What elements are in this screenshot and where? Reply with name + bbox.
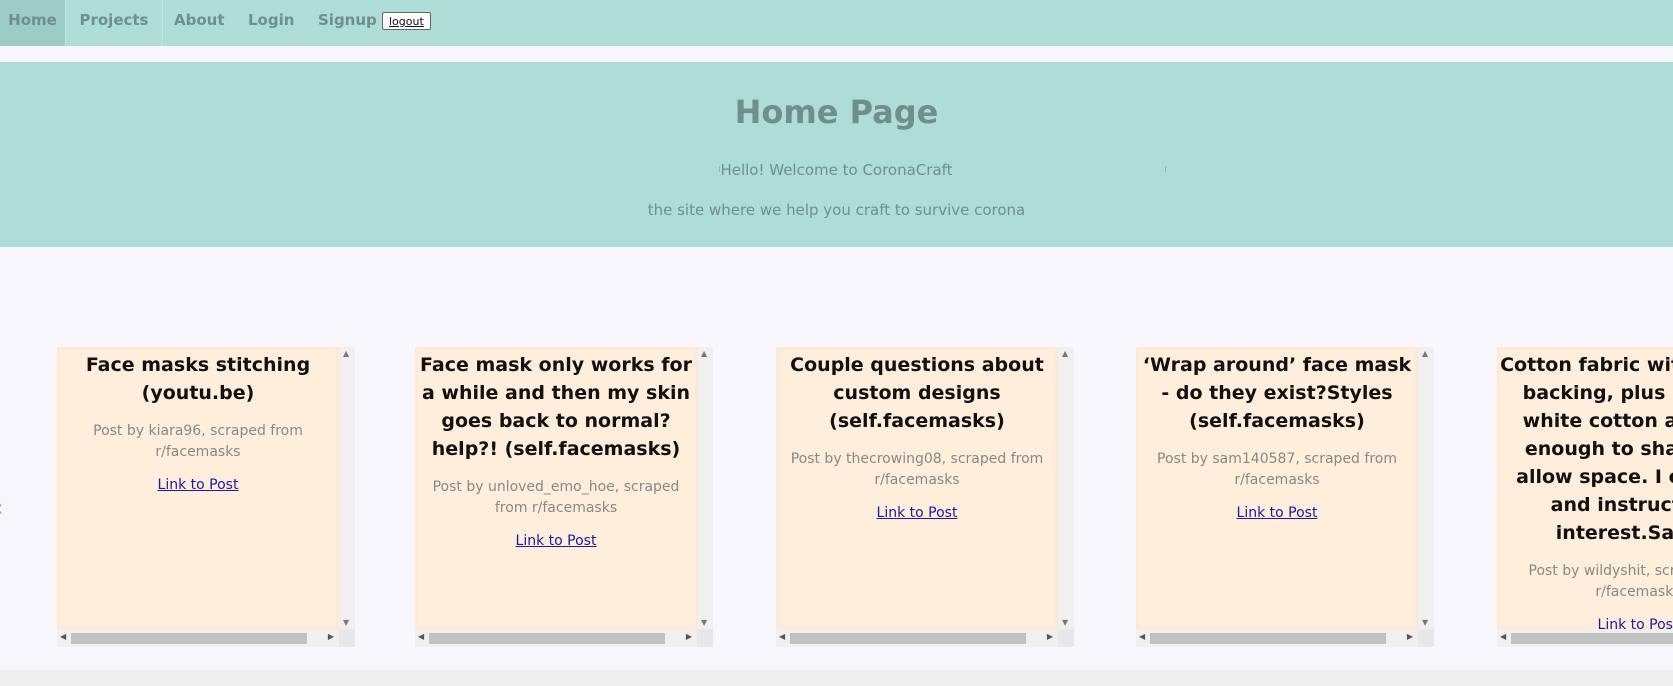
vertical-scrollbar[interactable]: ▲ ▼	[1058, 347, 1074, 629]
horizontal-scrollbar[interactable]: ◀ ▶	[1136, 629, 1418, 647]
post-card-content: Couple questions about custom designs (s…	[776, 347, 1058, 629]
scroll-left-icon[interactable]: ◀	[60, 632, 66, 641]
post-card-content: Face masks stitching (youtu.be) Post by …	[57, 347, 339, 629]
page-title: Home Page	[734, 93, 939, 131]
post-title: ‘Wrap around’ face mask - do they exist?…	[1142, 354, 1412, 432]
post-card: Cotton fabric with iron on backing, plus…	[1497, 347, 1673, 647]
vertical-scrollbar[interactable]: ▲ ▼	[1418, 347, 1434, 629]
horizontal-scrollbar[interactable]: ◀ ▶	[776, 629, 1058, 647]
welcome-text: Hello! Welcome to CoronaCraft	[720, 161, 953, 179]
scroll-up-icon[interactable]: ▲	[343, 349, 349, 358]
post-link[interactable]: Link to Post	[1237, 505, 1318, 521]
horizontal-scrollbar[interactable]: ◀ ▶	[415, 629, 697, 647]
post-link[interactable]: Link to Post	[158, 477, 239, 493]
scroll-right-icon[interactable]: ▶	[1407, 632, 1413, 641]
logout-button[interactable]: logout	[382, 12, 431, 30]
post-card: ‘Wrap around’ face mask - do they exist?…	[1136, 347, 1434, 647]
post-title: Cotton fabric with iron on backing, plus…	[1500, 354, 1673, 544]
post-title: Couple questions about custom designs (s…	[790, 354, 1044, 432]
scroll-down-icon[interactable]: ▼	[343, 618, 349, 627]
scroll-thumb[interactable]	[1150, 633, 1386, 644]
carousel-prev-icon[interactable]: ‹	[0, 494, 4, 522]
hero-banner: Home Page Hello! Welcome to CoronaCraft …	[0, 62, 1673, 247]
post-author: Post by kiara96, scraped from r/facemask…	[93, 423, 303, 460]
post-author: Post by thecrowing08, scraped from r/fac…	[790, 451, 1044, 488]
scroll-thumb[interactable]	[1511, 633, 1673, 644]
vertical-scrollbar[interactable]: ▲ ▼	[339, 347, 355, 629]
nav-login-link[interactable]: Login	[248, 0, 294, 46]
post-card-content: Cotton fabric with iron on backing, plus…	[1497, 347, 1673, 629]
scroll-down-icon[interactable]: ▼	[1062, 618, 1068, 627]
scroll-down-icon[interactable]: ▼	[1422, 618, 1428, 627]
post-card-content: Face mask only works for a while and the…	[415, 347, 697, 629]
scroll-left-icon[interactable]: ◀	[1139, 632, 1145, 641]
scroll-left-icon[interactable]: ◀	[418, 632, 424, 641]
scroll-thumb[interactable]	[71, 633, 307, 644]
scroll-left-icon[interactable]: ◀	[779, 632, 785, 641]
scroll-thumb[interactable]	[429, 633, 665, 644]
horizontal-scrollbar[interactable]: ◀	[1497, 629, 1673, 647]
tagline-text: the site where we help you craft to surv…	[647, 201, 1026, 219]
nav-about-link[interactable]: About	[174, 0, 225, 46]
post-title: Face mask only works for a while and the…	[420, 354, 692, 460]
vertical-scrollbar[interactable]: ▲ ▼	[697, 347, 713, 629]
post-link[interactable]: Link to Post	[1598, 617, 1673, 629]
nav-home-link[interactable]: Home	[0, 0, 65, 46]
scroll-right-icon[interactable]: ▶	[328, 632, 334, 641]
horizontal-scrollbar[interactable]: ◀ ▶	[57, 629, 339, 647]
scroll-down-icon[interactable]: ▼	[701, 618, 707, 627]
post-author: Post by wildyshit, scraped from r/facema…	[1528, 563, 1673, 600]
post-link[interactable]: Link to Post	[877, 505, 958, 521]
post-author: Post by sam140587, scraped from r/facema…	[1157, 451, 1397, 488]
scroll-up-icon[interactable]: ▲	[701, 349, 707, 358]
post-title: Face masks stitching (youtu.be)	[85, 354, 311, 404]
scroll-left-icon[interactable]: ◀	[1500, 632, 1506, 641]
scroll-right-icon[interactable]: ▶	[686, 632, 692, 641]
scroll-thumb[interactable]	[790, 633, 1026, 644]
post-link[interactable]: Link to Post	[516, 533, 597, 549]
scroll-right-icon[interactable]: ▶	[1047, 632, 1053, 641]
post-card: Face mask only works for a while and the…	[415, 347, 713, 647]
post-card-content: ‘Wrap around’ face mask - do they exist?…	[1136, 347, 1418, 629]
post-card: Face masks stitching (youtu.be) Post by …	[57, 347, 355, 647]
page-horizontal-scrollbar[interactable]	[0, 670, 1673, 686]
scroll-up-icon[interactable]: ▲	[1062, 349, 1068, 358]
scroll-up-icon[interactable]: ▲	[1422, 349, 1428, 358]
nav-signup-link[interactable]: Signup	[318, 0, 377, 46]
post-card: Couple questions about custom designs (s…	[776, 347, 1074, 647]
top-nav: Home Projects About Login Signup logout	[0, 0, 1673, 46]
nav-projects-link[interactable]: Projects	[65, 0, 163, 46]
post-author: Post by unloved_emo_hoe, scraped from r/…	[432, 479, 680, 516]
